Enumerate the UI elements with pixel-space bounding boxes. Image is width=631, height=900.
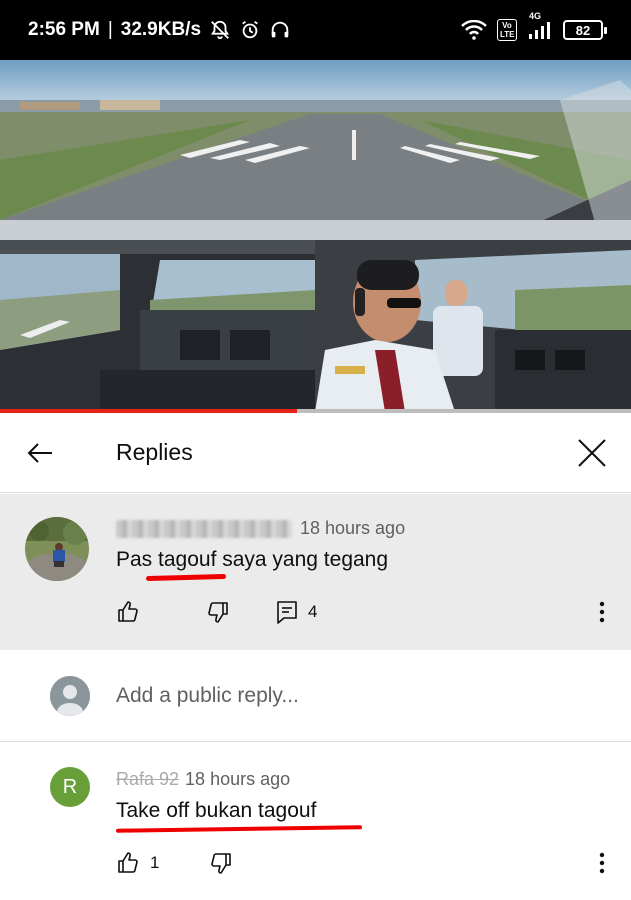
network-type-label: 4G (529, 11, 542, 21)
notifications-off-icon (209, 19, 231, 41)
reply-actions: 1 (116, 851, 233, 875)
reply-time: 18 hours ago (185, 769, 291, 789)
reply-more-button[interactable] (592, 849, 612, 877)
reply-author-name[interactable]: Rafa 92 (116, 769, 179, 790)
parent-comment: 18 hours ago Pas tagouf saya yang tegang… (0, 494, 631, 650)
close-icon (578, 439, 606, 467)
thumbs-down-icon (211, 853, 232, 874)
reply-avatar[interactable]: R (50, 767, 90, 807)
reply-like-button[interactable]: 1 (116, 851, 159, 875)
red-underline-annotation (115, 825, 363, 833)
volte-badge: Vo LTE (497, 19, 517, 41)
runway-view-image (0, 60, 631, 240)
reply-like-count: 1 (150, 853, 160, 872)
status-separator: | (107, 19, 113, 40)
video-player[interactable] (0, 60, 631, 412)
thumbs-up-icon (118, 601, 138, 622)
comment-actions: 4 (116, 600, 317, 624)
signal-icon: 4G (527, 11, 553, 40)
thumbs-down-icon (208, 602, 228, 623)
add-reply-input[interactable] (116, 684, 576, 708)
comment-more-button[interactable] (592, 598, 612, 626)
more-vert-icon (599, 601, 605, 623)
wifi-icon (461, 20, 487, 40)
more-vert-icon (599, 852, 605, 874)
status-net-speed: 32.9KB/s (120, 19, 202, 40)
back-arrow-icon (27, 443, 52, 463)
comment-text: Pas tagouf saya yang tegang (116, 548, 389, 571)
replies-count-button[interactable]: 4 (276, 600, 317, 624)
comment-meta: 18 hours ago (116, 518, 405, 539)
status-time: 2:56 PM (28, 19, 100, 40)
default-user-icon (50, 676, 90, 716)
headphones-icon (269, 19, 291, 41)
red-underline-annotation (145, 573, 227, 582)
battery-indicator: 82 (563, 20, 607, 40)
cockpit-left-image (0, 240, 315, 412)
replies-title: Replies (116, 439, 193, 465)
reply-dislike-button[interactable] (209, 851, 233, 875)
commenter-avatar[interactable] (25, 517, 89, 581)
user-avatar (50, 676, 90, 716)
close-button[interactable] (574, 435, 610, 471)
reply-text: Take off bukan tagouf (116, 799, 317, 822)
avatar-photo-image (25, 517, 89, 581)
pilots-camera-image (315, 240, 631, 412)
thumbs-up-icon (118, 852, 138, 873)
dislike-button[interactable] (206, 600, 230, 624)
back-button[interactable] (22, 435, 58, 471)
like-button[interactable] (116, 600, 140, 624)
reply-meta: Rafa 92 18 hours ago (116, 769, 290, 790)
reply-item: R Rafa 92 18 hours ago Take off bukan ta… (0, 743, 631, 900)
commenter-name-blurred[interactable] (116, 519, 292, 538)
replies-header: Replies (0, 413, 631, 493)
reply-count: 4 (308, 602, 318, 621)
status-bar: 2:56 PM | 32.9KB/s Vo LTE 4G 82 (0, 0, 631, 60)
comment-time: 18 hours ago (300, 518, 406, 538)
alarm-icon (239, 19, 261, 41)
reply-comment-icon (277, 601, 297, 624)
add-reply-row (0, 650, 631, 742)
